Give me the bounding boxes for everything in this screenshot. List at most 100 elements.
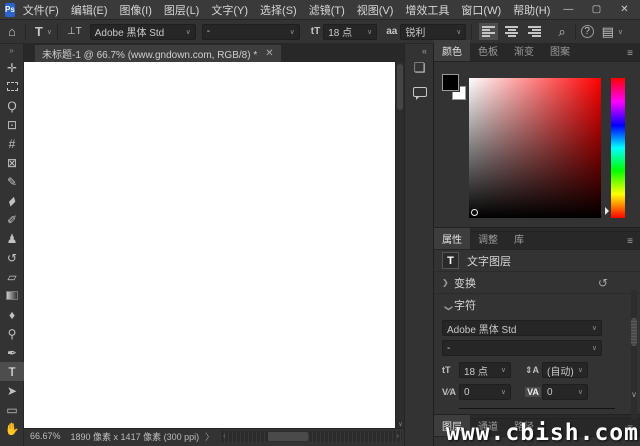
font-family-select[interactable]: Adobe 黑体 Std∨ <box>90 24 196 40</box>
dock-collapse-icon[interactable]: « <box>405 44 433 56</box>
tab-patterns[interactable]: 图案 <box>542 40 578 61</box>
eraser-tool[interactable]: ▱ <box>0 267 24 286</box>
properties-scrollbar[interactable] <box>631 290 637 440</box>
scroll-down-icon[interactable]: ∨ <box>631 390 637 399</box>
character-tracking-select[interactable]: 0∨ <box>459 384 511 400</box>
toolbar-collapse-icon[interactable]: » <box>0 44 23 58</box>
tab-color[interactable]: 颜色 <box>434 40 470 61</box>
photoshop-logo-icon: Ps <box>5 3 15 17</box>
color-picker-marker[interactable] <box>471 209 478 216</box>
clone-stamp-tool[interactable]: ♟ <box>0 229 24 248</box>
close-document-icon[interactable]: ✕ <box>265 48 273 59</box>
horizontal-scrollbar-thumb[interactable] <box>268 432 308 441</box>
tool-preset-icon[interactable]: T <box>31 24 47 39</box>
document-canvas[interactable] <box>24 62 395 428</box>
scroll-right-icon[interactable]: › <box>394 433 402 440</box>
color-panel-tabs: 颜色 色板 渐变 图案 ≡ <box>434 44 640 62</box>
menu-file[interactable]: 文件(F) <box>23 2 59 18</box>
horizontal-scrollbar[interactable]: ‹ › <box>220 431 402 442</box>
tool-preset-arrow-icon[interactable]: ∨ <box>47 28 52 36</box>
vertical-scrollbar[interactable]: ∨ <box>395 62 404 428</box>
tracking-icon: V⁄A <box>442 387 459 397</box>
menu-filter[interactable]: 滤镜(T) <box>309 2 345 18</box>
character-kerning-select[interactable]: 0∨ <box>542 384 588 400</box>
properties-scrollbar-thumb[interactable] <box>631 318 637 346</box>
panel-menu-icon[interactable]: ≡ <box>627 236 633 247</box>
type-tool[interactable]: T <box>0 362 24 381</box>
panel-menu-icon[interactable]: ≡ <box>627 48 633 59</box>
horizontal-scrollbar-track[interactable] <box>228 431 393 442</box>
align-center-button[interactable] <box>505 26 518 37</box>
lasso-tool[interactable]: Ϙ <box>0 96 24 115</box>
close-button[interactable]: ✕ <box>618 4 630 15</box>
notes-panel-icon[interactable] <box>405 80 434 104</box>
font-size-icon: tT <box>308 26 323 37</box>
eyedropper-tool[interactable]: ✎ <box>0 172 24 191</box>
home-icon[interactable]: ⌂ <box>4 24 20 39</box>
menu-image[interactable]: 图像(I) <box>120 2 152 18</box>
chevron-down-icon[interactable]: ∨ <box>618 28 623 36</box>
workspace-icon[interactable]: ▤ <box>598 24 618 40</box>
minimize-button[interactable]: — <box>562 4 574 15</box>
hue-slider-marker[interactable] <box>605 207 613 215</box>
rectangle-tool[interactable]: ▭ <box>0 400 24 419</box>
reset-icon[interactable]: ↺ <box>598 276 608 290</box>
anti-alias-icon: aa <box>383 26 400 37</box>
hue-slider[interactable] <box>611 78 625 218</box>
pen-tool[interactable]: ✒ <box>0 343 24 362</box>
menu-layer[interactable]: 图层(L) <box>164 2 199 18</box>
menu-help[interactable]: 帮助(H) <box>513 2 550 18</box>
character-font-style-select[interactable]: -∨ <box>442 340 602 356</box>
blur-tool[interactable]: ♦ <box>0 305 24 324</box>
search-icon[interactable]: ⌕ <box>554 24 569 40</box>
menu-select[interactable]: 选择(S) <box>260 2 297 18</box>
healing-brush-tool[interactable]: ▰ <box>0 191 24 210</box>
status-menu-arrow-icon[interactable]: 〉 <box>205 430 214 443</box>
zoom-level-field[interactable]: 66.67% <box>30 431 61 441</box>
tab-adjustments[interactable]: 调整 <box>470 228 506 249</box>
font-style-select[interactable]: -∨ <box>202 24 300 40</box>
vertical-scrollbar-thumb[interactable] <box>397 64 403 110</box>
font-size-select[interactable]: 18 点∨ <box>323 24 377 40</box>
history-panel-icon[interactable]: ❏ <box>405 56 434 80</box>
text-orientation-icon[interactable]: ⊥T <box>63 26 86 37</box>
history-brush-tool[interactable]: ↺ <box>0 248 24 267</box>
character-section-header[interactable]: ❮ 字符 <box>434 294 640 316</box>
menu-plugins[interactable]: 增效工具 <box>405 2 449 18</box>
tab-libraries[interactable]: 库 <box>506 228 532 249</box>
menu-edit[interactable]: 编辑(E) <box>71 2 108 18</box>
dodge-tool[interactable]: ⚲ <box>0 324 24 343</box>
move-tool[interactable]: ✛ <box>0 58 24 77</box>
tab-swatches[interactable]: 色板 <box>470 40 506 61</box>
menu-window[interactable]: 窗口(W) <box>461 2 501 18</box>
align-left-button[interactable] <box>482 26 495 37</box>
gradient-tool[interactable] <box>0 286 24 305</box>
path-selection-tool[interactable]: ➤ <box>0 381 24 400</box>
pen-icon: ✒ <box>7 346 17 360</box>
tab-properties[interactable]: 属性 <box>434 228 470 249</box>
character-font-size-select[interactable]: 18 点∨ <box>459 362 511 378</box>
chevron-down-icon: ∨ <box>588 344 597 352</box>
frame-tool[interactable]: ⊠ <box>0 153 24 172</box>
saturation-brightness-picker[interactable] <box>469 78 601 218</box>
character-font-family-select[interactable]: Adobe 黑体 Std∨ <box>442 320 602 336</box>
maximize-button[interactable]: ▢ <box>590 4 602 15</box>
character-leading-select[interactable]: (自动)∨ <box>542 362 588 378</box>
hand-tool[interactable]: ✋ <box>0 419 24 438</box>
align-right-button[interactable] <box>528 26 541 37</box>
rectangular-marquee-tool[interactable] <box>0 77 24 96</box>
brush-tool[interactable]: ✐ <box>0 210 24 229</box>
foreground-color-swatch[interactable] <box>442 74 459 91</box>
transform-section-header[interactable]: ❯ 变换 ↺ <box>434 272 640 294</box>
anti-alias-select[interactable]: 锐利∨ <box>400 24 466 40</box>
move-icon: ✛ <box>7 61 17 75</box>
rectangle-icon: ▭ <box>6 403 17 417</box>
object-selection-tool[interactable]: ⊡ <box>0 115 24 134</box>
menu-type[interactable]: 文字(Y) <box>211 2 248 18</box>
tab-gradients[interactable]: 渐变 <box>506 40 542 61</box>
menu-view[interactable]: 视图(V) <box>357 2 394 18</box>
scroll-left-icon[interactable]: ‹ <box>220 433 228 440</box>
crop-tool[interactable]: # <box>0 134 24 153</box>
help-icon[interactable]: ? <box>581 25 594 38</box>
document-tab[interactable]: 未标题-1 @ 66.7% (www.gndown.com, RGB/8) * … <box>35 45 281 62</box>
